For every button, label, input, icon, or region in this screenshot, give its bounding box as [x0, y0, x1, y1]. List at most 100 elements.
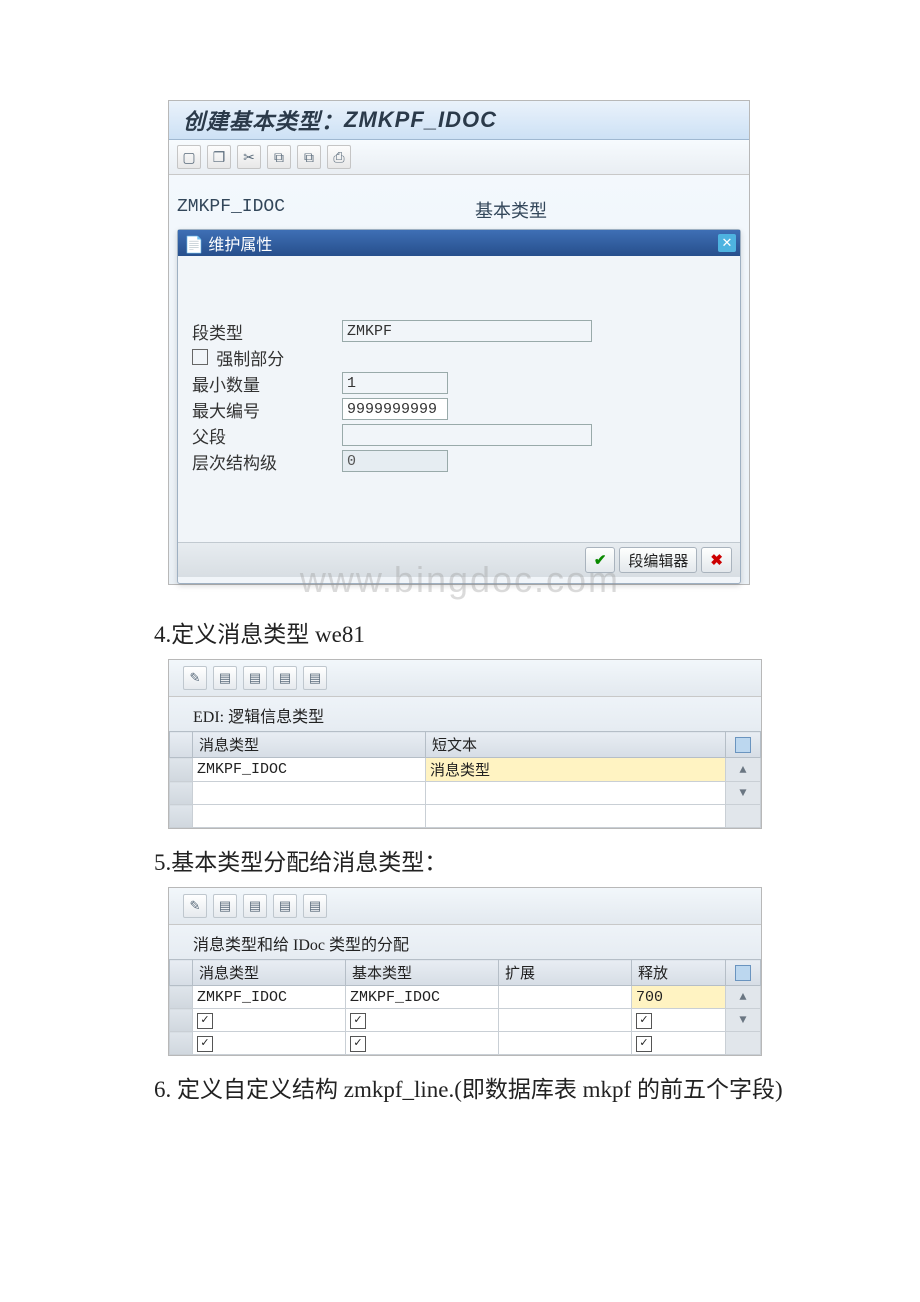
table-row[interactable]: ▼ [170, 782, 761, 805]
check-green-icon: ✔ [594, 551, 607, 569]
step6-text: 6. 定义自定义结构 zmkpf_line.(即数据库表 mkpf 的前五个字段… [154, 1070, 920, 1104]
valuehelp-icon[interactable]: ✓ [197, 1013, 213, 1029]
copyrow-icon[interactable]: ▤ [243, 666, 267, 690]
scroll-down-icon[interactable]: ▼ [726, 782, 761, 805]
delrow-icon[interactable]: ▤ [273, 894, 297, 918]
col-ext: 扩展 [499, 960, 632, 986]
max-input[interactable]: 9999999999 [342, 398, 448, 420]
sap-window-3: ✎ ▤ ▤ ▤ ▤ 消息类型和给 IDoc 类型的分配 消息类型 基本类型 扩展… [168, 887, 762, 1056]
mandatory-checkbox[interactable] [192, 349, 208, 365]
max-label: 最大编号 [192, 397, 342, 422]
newrow-icon[interactable]: ▤ [213, 894, 237, 918]
cell-msgtype[interactable] [193, 782, 426, 805]
popup-title: 📄 维护属性 [184, 231, 272, 255]
table-row[interactable] [170, 805, 761, 828]
settings-corner[interactable] [726, 732, 761, 758]
seg-type-label: 段类型 [192, 319, 342, 344]
pencil-icon[interactable]: ✎ [183, 666, 207, 690]
col-release: 释放 [632, 960, 726, 986]
grid-settings-icon [735, 965, 751, 981]
cell-release[interactable]: ✓ [632, 1009, 726, 1032]
cell-msgtype[interactable]: ZMKPF_IDOC [193, 986, 346, 1009]
cell-msgtype[interactable]: ✓ [193, 1032, 346, 1055]
close-icon[interactable]: ✕ [718, 234, 736, 252]
min-input[interactable]: 1 [342, 372, 448, 394]
newrow-icon[interactable]: ▤ [213, 666, 237, 690]
table3-caption: 消息类型和给 IDoc 类型的分配 [169, 925, 761, 959]
maintain-icon: 📄 [184, 237, 204, 254]
sel-col-header [170, 960, 193, 986]
object-code: ZMKPF_IDOC [177, 197, 285, 223]
new-icon[interactable]: ▢ [177, 145, 201, 169]
segment-editor-label: 段编辑器 [628, 550, 688, 571]
cancel-button[interactable]: ✖ [701, 547, 732, 573]
valuehelp-icon[interactable]: ✓ [350, 1013, 366, 1029]
delrow-icon[interactable]: ▤ [273, 666, 297, 690]
cell-ext[interactable] [499, 1032, 632, 1055]
table-row[interactable]: ✓ ✓ ✓ ▼ [170, 1009, 761, 1032]
segment-editor-button[interactable]: 段编辑器 [619, 547, 697, 573]
cell-ext[interactable] [499, 986, 632, 1009]
x-red-icon: ✖ [710, 551, 723, 569]
scroll-track[interactable] [726, 1032, 761, 1055]
sap-window-1: 创建基本类型： ZMKPF_IDOC ▢ ❐ ✂ ⧉ ⧉ ⎙ ZMKPF_IDO… [168, 100, 750, 585]
cell-msgtype[interactable] [193, 805, 426, 828]
main-toolbar: ▢ ❐ ✂ ⧉ ⧉ ⎙ [169, 140, 749, 175]
cell-msgtype[interactable]: ✓ [193, 1009, 346, 1032]
col-shorttext: 短文本 [426, 732, 726, 758]
copy-icon[interactable]: ❐ [207, 145, 231, 169]
cell-shorttext[interactable]: 消息类型 [426, 758, 726, 782]
sap-window-2: ✎ ▤ ▤ ▤ ▤ EDI: 逻辑信息类型 消息类型 短文本 ZMKPF_IDO… [168, 659, 762, 829]
table2-caption: EDI: 逻辑信息类型 [169, 697, 761, 731]
valuehelp-icon[interactable]: ✓ [350, 1036, 366, 1052]
mandatory-label-text: 强制部分 [216, 350, 284, 369]
col-msgtype: 消息类型 [193, 732, 426, 758]
valuehelp-icon[interactable]: ✓ [636, 1036, 652, 1052]
toolbar-3: ✎ ▤ ▤ ▤ ▤ [169, 888, 761, 925]
maintain-attributes-popup: 📄 维护属性 ✕ 段类型 ZMKPF 强制部分 [177, 229, 741, 584]
table-row[interactable]: ZMKPF_IDOC 消息类型 ▲ [170, 758, 761, 782]
scroll-down-icon[interactable]: ▼ [726, 1009, 761, 1032]
scroll-up-icon[interactable]: ▲ [726, 758, 761, 782]
popup-footer: ✔ 段编辑器 ✖ [178, 542, 740, 577]
table2: 消息类型 短文本 ZMKPF_IDOC 消息类型 ▲ ▼ [169, 731, 761, 828]
level-input: 0 [342, 450, 448, 472]
title-prefix: 创建基本类型： [183, 104, 344, 136]
cell-basictype[interactable]: ZMKPF_IDOC [346, 986, 499, 1009]
scroll-up-icon[interactable]: ▲ [726, 986, 761, 1009]
cell-msgtype[interactable]: ZMKPF_IDOC [193, 758, 426, 782]
table-row[interactable]: ZMKPF_IDOC ZMKPF_IDOC 700 ▲ [170, 986, 761, 1009]
copyrow-icon[interactable]: ▤ [243, 894, 267, 918]
cut-icon[interactable]: ✂ [237, 145, 261, 169]
cell-release[interactable]: ✓ [632, 1032, 726, 1055]
seg-type-input[interactable]: ZMKPF [342, 320, 592, 342]
toolbar-2: ✎ ▤ ▤ ▤ ▤ [169, 660, 761, 697]
col-basictype: 基本类型 [346, 960, 499, 986]
selectall-icon[interactable]: ▤ [303, 894, 327, 918]
print-icon[interactable]: ⎙ [327, 145, 351, 169]
settings-corner[interactable] [726, 960, 761, 986]
selectall-icon[interactable]: ▤ [303, 666, 327, 690]
step4-text: 4.定义消息类型 we81 [154, 615, 920, 649]
popup-title-text: 维护属性 [208, 237, 272, 254]
title-code: ZMKPF_IDOC [344, 107, 497, 133]
parent-input[interactable] [342, 424, 592, 446]
scroll-track[interactable] [726, 805, 761, 828]
paste1-icon[interactable]: ⧉ [267, 145, 291, 169]
cell-shorttext[interactable] [426, 805, 726, 828]
ok-button[interactable]: ✔ [585, 547, 616, 573]
level-label: 层次结构级 [192, 449, 342, 474]
paste2-icon[interactable]: ⧉ [297, 145, 321, 169]
pencil-icon[interactable]: ✎ [183, 894, 207, 918]
cell-shorttext[interactable] [426, 782, 726, 805]
grid-settings-icon [735, 737, 751, 753]
valuehelp-icon[interactable]: ✓ [197, 1036, 213, 1052]
cell-ext[interactable] [499, 1009, 632, 1032]
valuehelp-icon[interactable]: ✓ [636, 1013, 652, 1029]
cell-basictype[interactable]: ✓ [346, 1009, 499, 1032]
step5-text: 5.基本类型分配给消息类型： [154, 843, 920, 877]
table-row[interactable]: ✓ ✓ ✓ [170, 1032, 761, 1055]
sel-col-header [170, 732, 193, 758]
cell-basictype[interactable]: ✓ [346, 1032, 499, 1055]
cell-release[interactable]: 700 [632, 986, 726, 1009]
